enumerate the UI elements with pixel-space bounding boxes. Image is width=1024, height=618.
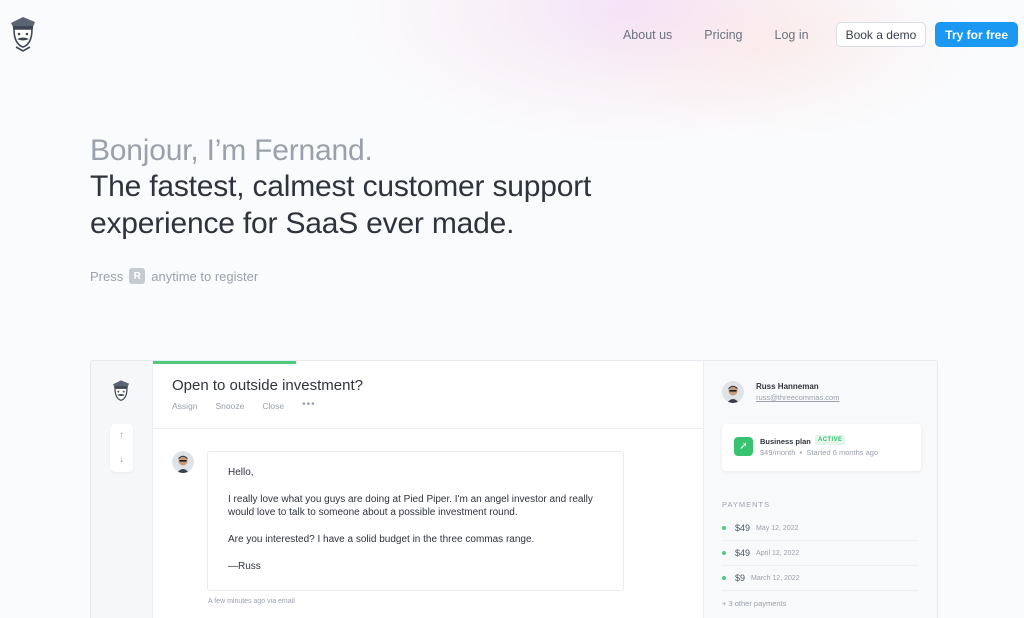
- nav-about-link[interactable]: About us: [623, 28, 672, 42]
- plan-meta: $49/month • Started 6 months ago: [760, 448, 878, 457]
- plan-price: $49/month: [760, 448, 796, 457]
- hero-greeting: Bonjour, I’m Fernand.: [90, 134, 373, 167]
- close-action[interactable]: Close: [262, 401, 284, 411]
- plan-card[interactable]: ➚ Business plan ACTIVE $49/month • Start…: [722, 424, 921, 471]
- status-dot-icon: [722, 526, 726, 530]
- plan-started: Started 6 months ago: [806, 448, 879, 457]
- payment-amount: $49: [735, 523, 751, 533]
- hero-headline-line-2: experience for SaaS ever made.: [90, 207, 515, 240]
- arrow-up-icon[interactable]: ↑: [110, 424, 133, 448]
- message-body-1: I really love what you guys are doing at…: [228, 494, 593, 518]
- customer-email[interactable]: russ@threecommas.com: [756, 393, 839, 402]
- app-preview: ↑ ↓ Open to outside investment? Assign S…: [90, 360, 938, 618]
- fernand-logo-icon[interactable]: [111, 378, 131, 404]
- register-hint-prefix: Press: [90, 268, 124, 284]
- more-payments-link[interactable]: + 3 other payments: [722, 599, 786, 608]
- payment-amount: $49: [735, 548, 751, 558]
- sender-avatar: [172, 451, 194, 473]
- customer-name: Russ Hanneman: [756, 382, 819, 391]
- payment-date: May 12, 2022: [756, 524, 799, 532]
- payment-date: March 12, 2022: [751, 574, 800, 582]
- customer-avatar: [722, 381, 744, 403]
- conversation-pane: Open to outside investment? Assign Snooz…: [153, 361, 703, 618]
- plan-name: Business plan: [760, 437, 811, 446]
- assign-action[interactable]: Assign: [172, 401, 198, 411]
- snooze-action[interactable]: Snooze: [216, 401, 245, 411]
- status-dot-icon: [722, 551, 726, 555]
- payment-row[interactable]: $9 March 12, 2022: [722, 566, 918, 591]
- register-hint-suffix: anytime to register: [151, 268, 259, 284]
- conversation-progress-bar: [153, 361, 296, 364]
- book-demo-button[interactable]: Book a demo: [835, 22, 927, 47]
- top-nav: About us Pricing Log in Book a demo Try …: [623, 22, 1018, 47]
- payment-date: April 12, 2022: [756, 549, 800, 557]
- fernand-logo-icon[interactable]: [8, 14, 38, 52]
- nav-login-link[interactable]: Log in: [775, 28, 809, 42]
- customer-panel: Russ Hanneman russ@threecommas.com ➚ Bus…: [703, 361, 937, 618]
- message-card: Hello, I really love what you guys are d…: [207, 451, 624, 591]
- app-sidebar-rail: ↑ ↓: [91, 361, 153, 618]
- register-hint: Press R anytime to register: [90, 268, 258, 284]
- message-greeting: Hello,: [228, 467, 254, 478]
- plan-rocket-icon: ➚: [734, 437, 753, 456]
- hero-headline-line-1: The fastest, calmest customer support: [90, 170, 592, 203]
- conversation-title: Open to outside investment?: [172, 377, 363, 394]
- try-for-free-button[interactable]: Try for free: [935, 22, 1018, 47]
- keyboard-key-r[interactable]: R: [129, 268, 146, 284]
- nav-pricing-link[interactable]: Pricing: [704, 28, 742, 42]
- arrow-down-icon[interactable]: ↓: [110, 448, 133, 472]
- message-meta: A few minutes ago via email: [208, 598, 295, 605]
- status-dot-icon: [722, 576, 726, 580]
- more-options-icon[interactable]: •••: [302, 400, 316, 411]
- payment-row[interactable]: $49 April 12, 2022: [722, 541, 918, 566]
- payment-row[interactable]: $49 May 12, 2022: [722, 516, 918, 541]
- message-body-2: Are you interested? I have a solid budge…: [228, 534, 535, 545]
- hero: Bonjour, I’m Fernand. The fastest, calme…: [90, 134, 591, 242]
- conversation-actions: Assign Snooze Close •••: [172, 400, 316, 412]
- conversation-nav-arrows: ↑ ↓: [110, 424, 133, 472]
- message-signoff: —Russ: [228, 561, 261, 572]
- divider: [153, 428, 703, 429]
- payment-amount: $9: [735, 573, 746, 583]
- plan-status-badge: ACTIVE: [815, 435, 846, 445]
- payments-heading: PAYMENTS: [722, 500, 771, 509]
